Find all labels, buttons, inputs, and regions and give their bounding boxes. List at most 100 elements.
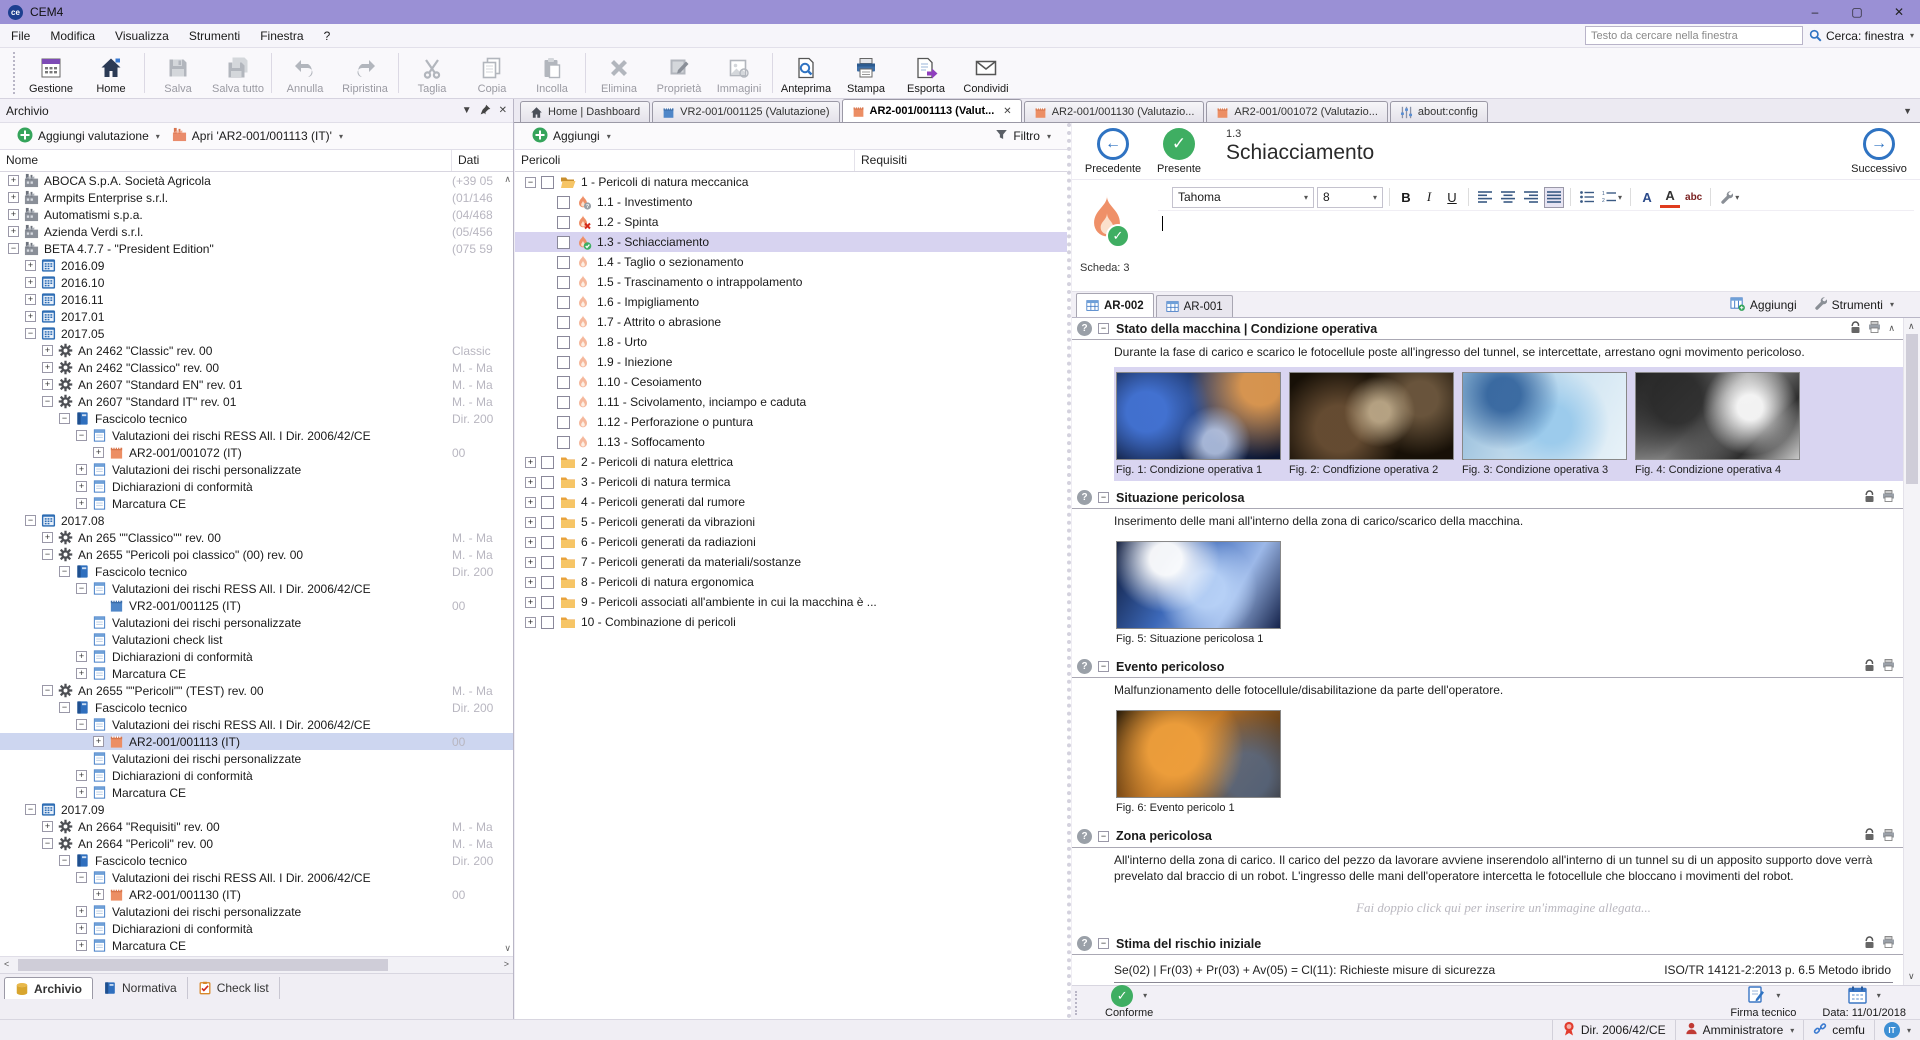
archive-tree-row[interactable]: + AR2-001/001130 (IT) 00 — [0, 886, 513, 903]
hazard-tree-row[interactable]: − 1 - Pericoli di natura meccanica — [515, 172, 1067, 192]
lock-icon[interactable] — [1864, 659, 1875, 675]
expand-icon[interactable]: + — [525, 517, 536, 528]
ribbon-ripristina-button[interactable]: Ripristina — [335, 48, 395, 98]
spellcheck-button[interactable]: abc — [1683, 187, 1704, 208]
expand-icon[interactable]: + — [76, 464, 87, 475]
menu-item-visualizza[interactable]: Visualizza — [106, 26, 178, 46]
help-icon[interactable]: ? — [1077, 659, 1092, 674]
expand-icon[interactable]: + — [42, 345, 53, 356]
lock-icon[interactable] — [1864, 936, 1875, 952]
archive-tree-row[interactable]: − BETA 4.7.7 - "President Edition" (075 … — [0, 240, 513, 257]
expand-icon[interactable]: + — [76, 906, 87, 917]
image-drop-placeholder[interactable]: Fai doppio click qui per inserire un'imm… — [1114, 885, 1893, 927]
collapse-icon[interactable]: − — [76, 872, 87, 883]
archive-tree-row[interactable]: + Valutazioni dei rischi personalizzate — [0, 903, 513, 920]
align-right-button[interactable] — [1521, 187, 1541, 208]
hazard-tree-row[interactable]: + 10 - Combinazione di pericoli — [515, 612, 1067, 632]
archive-tree-row[interactable]: + Marcatura CE — [0, 784, 513, 801]
open-valutazione-button[interactable]: Apri 'AR2-001/001113 (IT)' ▾ — [166, 127, 349, 145]
filter-button[interactable]: Filtro ▾ — [989, 128, 1057, 144]
ribbon-copia-button[interactable]: Copia — [462, 48, 522, 98]
archive-tree-row[interactable]: + Marcatura CE — [0, 665, 513, 682]
archive-tree-row[interactable]: − Fascicolo tecnico Dir. 200 — [0, 699, 513, 716]
panel-close-icon[interactable]: ✕ — [499, 105, 507, 116]
directive-indicator[interactable]: Dir. 2006/42/CE — [1552, 1020, 1675, 1040]
lock-icon[interactable] — [1864, 490, 1875, 506]
align-left-button[interactable] — [1475, 187, 1495, 208]
font-family-select[interactable]: Tahoma▾ — [1172, 187, 1314, 208]
help-icon[interactable]: ? — [1077, 490, 1092, 505]
collapse-icon[interactable]: − — [59, 702, 70, 713]
archive-tree-row[interactable]: + An 265 ""Classico"" rev. 00 M. - Ma — [0, 529, 513, 546]
ribbon-anteprima-button[interactable]: Anteprima — [776, 48, 836, 98]
connection-indicator[interactable]: cemfu — [1803, 1020, 1874, 1040]
hazard-tree-row[interactable]: + 6 - Pericoli generati da radiazioni — [515, 532, 1067, 552]
hazard-tree-row[interactable]: 1.2 - Spinta — [515, 212, 1067, 232]
expand-icon[interactable]: + — [76, 668, 87, 679]
search-window-button[interactable]: Cerca: finestra ▾ — [1809, 29, 1914, 43]
column-header-dati[interactable]: Dati — [452, 150, 485, 171]
collapse-icon[interactable]: − — [1098, 492, 1109, 503]
collapse-icon[interactable]: − — [25, 515, 36, 526]
archive-tree-row[interactable]: + An 2462 "Classico" rev. 00 M. - Ma — [0, 359, 513, 376]
hazard-checkbox[interactable] — [557, 296, 570, 309]
firma-tecnico-button[interactable]: ▾ Firma tecnico — [1730, 986, 1796, 1019]
archive-tree-row[interactable]: + 2017.01 — [0, 308, 513, 325]
collapse-icon[interactable]: − — [76, 430, 87, 441]
hazard-checkbox[interactable] — [541, 616, 554, 629]
expand-icon[interactable]: + — [525, 497, 536, 508]
archive-tree-row[interactable]: + Dichiarazioni di conformità — [0, 648, 513, 665]
print-icon[interactable] — [1882, 659, 1895, 674]
hazard-checkbox[interactable] — [541, 176, 554, 189]
hazard-tree-row[interactable]: + 5 - Pericoli generati da vibrazioni — [515, 512, 1067, 532]
column-header-pericoli[interactable]: Pericoli — [515, 150, 855, 171]
sheet-tools-button[interactable]: Strumenti ▾ — [1807, 296, 1900, 313]
collapse-icon[interactable]: − — [59, 855, 70, 866]
expand-icon[interactable]: + — [25, 294, 36, 305]
bullet-list-button[interactable] — [1577, 187, 1597, 208]
assessment-tab[interactable]: AR-002 — [1076, 293, 1154, 317]
help-icon[interactable]: ? — [1077, 321, 1092, 336]
hazard-checkbox[interactable] — [557, 256, 570, 269]
expand-icon[interactable]: + — [25, 277, 36, 288]
expand-icon[interactable]: + — [8, 175, 19, 186]
figure[interactable]: Fig. 2: Condfizione operativa 2 — [1289, 372, 1454, 478]
present-button[interactable]: ✓ Presente — [1146, 128, 1212, 175]
print-icon[interactable] — [1882, 936, 1895, 951]
hazard-tree-row[interactable]: 1.12 - Perforazione o puntura — [515, 412, 1067, 432]
figure[interactable]: Fig. 3: Condizione operativa 3 — [1462, 372, 1627, 478]
column-header-nome[interactable]: Nome — [0, 150, 452, 171]
expand-icon[interactable]: + — [525, 617, 536, 628]
ribbon-annulla-button[interactable]: Annulla — [275, 48, 335, 98]
scroll-up-icon[interactable]: ∧ — [1888, 323, 1895, 334]
archive-tree-row[interactable]: + ABOCA S.p.A. Società Agricola (+39 05 — [0, 172, 513, 189]
hazard-tree-row[interactable]: 1.9 - Iniezione — [515, 352, 1067, 372]
expand-icon[interactable]: + — [25, 311, 36, 322]
minimize-button[interactable]: – — [1794, 0, 1836, 24]
archive-tree-row[interactable]: + 2016.11 — [0, 291, 513, 308]
archive-tree-row[interactable]: − An 2607 "Standard IT" rev. 01 M. - Ma — [0, 393, 513, 410]
figure[interactable]: Fig. 6: Evento pericolo 1 — [1116, 710, 1281, 816]
expand-icon[interactable]: + — [525, 537, 536, 548]
numbered-list-button[interactable]: 12▾ — [1600, 187, 1624, 208]
menu-item-modifica[interactable]: Modifica — [41, 26, 104, 46]
hazard-tree-row[interactable]: + 8 - Pericoli di natura ergonomica — [515, 572, 1067, 592]
archive-tree-row[interactable]: + Dichiarazioni di conformità — [0, 920, 513, 937]
expand-icon[interactable]: + — [42, 362, 53, 373]
hazard-checkbox[interactable] — [557, 216, 570, 229]
doc-tab[interactable]: about:config — [1390, 101, 1488, 122]
ribbon-propriet--button[interactable]: Proprietà — [649, 48, 709, 98]
archive-tree-row[interactable]: − 2017.08 — [0, 512, 513, 529]
collapse-icon[interactable]: − — [1098, 831, 1109, 842]
expand-icon[interactable]: + — [25, 260, 36, 271]
archive-vertical-scrollbar[interactable]: ∧ ∨ — [499, 172, 513, 956]
collapse-icon[interactable]: − — [8, 243, 19, 254]
figure[interactable]: Fig. 1: Condizione operativa 1 — [1116, 372, 1281, 478]
menu-item-strumenti[interactable]: Strumenti — [180, 26, 249, 46]
hazard-checkbox[interactable] — [541, 596, 554, 609]
collapse-icon[interactable]: − — [525, 177, 536, 188]
archive-tree-row[interactable]: − An 2664 "Pericoli" rev. 00 M. - Ma — [0, 835, 513, 852]
expand-icon[interactable]: + — [8, 209, 19, 220]
archive-tree-row[interactable]: + Armpits Enterprise s.r.l. (01/146 — [0, 189, 513, 206]
hazard-checkbox[interactable] — [541, 456, 554, 469]
